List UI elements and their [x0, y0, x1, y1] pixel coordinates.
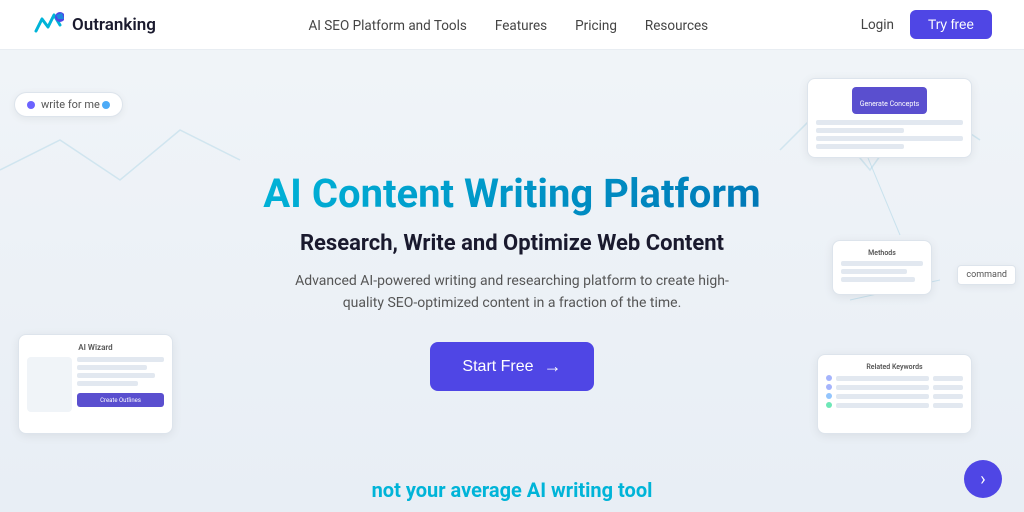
- nav-features[interactable]: Features: [495, 18, 547, 34]
- nav-links: AI SEO Platform and Tools Features Prici…: [308, 15, 708, 34]
- hero-title: AI Content Writing Platform: [263, 171, 760, 217]
- start-free-button[interactable]: Start Free →: [430, 342, 593, 391]
- hero-description: Advanced AI-powered writing and research…: [282, 270, 742, 315]
- gen-line: [816, 144, 904, 149]
- ai-wizard-body: Create Outlines: [27, 357, 164, 412]
- try-free-button[interactable]: Try free: [910, 10, 992, 39]
- logo-text: Outranking: [72, 15, 156, 35]
- related-keywords-card: Related Keywords: [817, 354, 972, 434]
- generate-concepts-btn[interactable]: Generate Concepts: [852, 87, 927, 114]
- nav-pricing[interactable]: Pricing: [575, 18, 617, 34]
- kw-row: [826, 384, 963, 390]
- create-outlines-btn[interactable]: Create Outlines: [77, 393, 164, 407]
- ai-wizard-col: [27, 357, 72, 412]
- ai-line: [77, 373, 155, 378]
- hero-subtitle: Research, Write and Optimize Web Content: [263, 231, 760, 256]
- methods-card: Methods: [832, 240, 932, 295]
- generate-concepts-card: Generate Concepts: [807, 78, 972, 158]
- bottom-teaser: not your average AI writing tool: [372, 478, 653, 512]
- arrow-icon: →: [544, 356, 562, 377]
- ai-line: [77, 365, 147, 370]
- gen-line: [816, 120, 963, 125]
- nav-right: Login Try free: [861, 10, 992, 39]
- ai-wizard-card: AI Wizard Create Outlines: [18, 334, 173, 434]
- hero-content: AI Content Writing Platform Research, Wr…: [263, 171, 760, 392]
- ai-line: [77, 357, 164, 362]
- ai-wizard-col2: Create Outlines: [77, 357, 164, 412]
- logo-icon: [32, 11, 64, 39]
- command-tag: command: [957, 265, 1016, 285]
- navbar: Outranking AI SEO Platform and Tools Fea…: [0, 0, 1024, 50]
- nav-resources[interactable]: Resources: [645, 18, 708, 34]
- gen-line: [816, 136, 963, 141]
- write-for-me-tag: write for me: [14, 92, 123, 117]
- gen-line: [816, 128, 904, 133]
- kw-row: [826, 402, 963, 408]
- ai-line: [77, 381, 138, 386]
- logo[interactable]: Outranking: [32, 11, 156, 39]
- kw-row: [826, 393, 963, 399]
- nav-ai-seo[interactable]: AI SEO Platform and Tools: [308, 18, 466, 34]
- nav-login[interactable]: Login: [861, 17, 894, 33]
- kw-row: [826, 375, 963, 381]
- hero-section: write for me AI Wizard Create Outlines G…: [0, 50, 1024, 512]
- chevron-down-icon: ›: [980, 469, 985, 490]
- scroll-button[interactable]: ›: [964, 460, 1002, 498]
